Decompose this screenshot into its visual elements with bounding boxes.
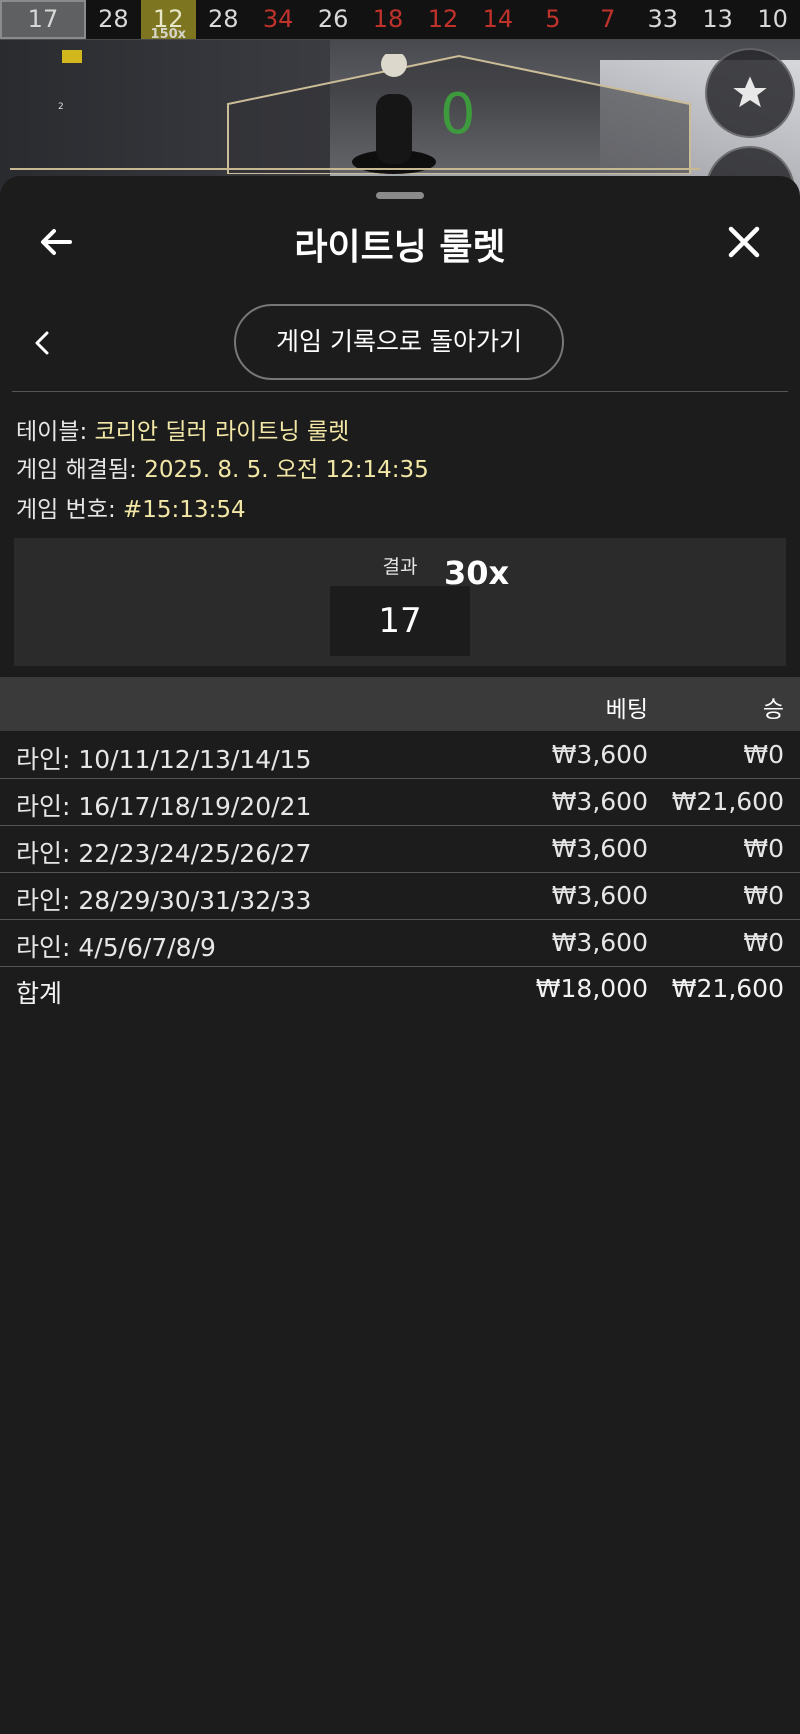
drag-handle[interactable] (376, 192, 424, 199)
info-number-label: 게임 번호: (16, 497, 116, 523)
header-win: 승 (762, 697, 784, 723)
history-number: 34 (262, 5, 294, 33)
back-to-history-button[interactable]: 게임 기록으로 돌아가기 (234, 304, 564, 380)
info-resolved-value: 2025. 8. 5. 오전 12:14:35 (144, 457, 429, 483)
zero-number: 0 (440, 82, 476, 147)
close-icon (728, 226, 760, 258)
history-multiplier: 150x (150, 27, 187, 42)
info-number-value: #15:13:54 (123, 497, 246, 523)
table-row: 라인: 4/5/6/7/8/9 ₩3,600 ₩0 (0, 920, 800, 967)
row-label: 라인: 16/17/18/19/20/21 (16, 792, 312, 821)
row-bet: ₩3,600 (551, 834, 648, 863)
chevron-left-icon (35, 331, 49, 355)
row-label: 라인: 28/29/30/31/32/33 (16, 886, 312, 915)
history-number: 7 (600, 5, 616, 33)
info-game-number: 게임 번호: #15:13:54 (16, 490, 246, 524)
close-button[interactable] (724, 222, 764, 262)
result-multiplier: 30x (444, 554, 510, 592)
history-number: 28 (98, 5, 129, 33)
star-icon (733, 76, 767, 108)
prev-button[interactable] (32, 328, 52, 358)
flag-label: 2 (58, 102, 64, 112)
history-number: 14 (482, 5, 514, 33)
history-number: 26 (317, 5, 349, 33)
row-bet: ₩3,600 (551, 787, 648, 816)
row-bet: ₩3,600 (551, 881, 648, 910)
row-win: ₩0 (743, 834, 784, 863)
favorite-button[interactable] (705, 48, 795, 138)
table-row: 라인: 10/11/12/13/14/15 ₩3,600 ₩0 (0, 732, 800, 779)
row-label: 라인: 22/23/24/25/26/27 (16, 839, 312, 868)
table-row: 라인: 16/17/18/19/20/21 ₩3,600 ₩21,600 (0, 779, 800, 826)
history-number: 33 (647, 5, 678, 33)
total-win: ₩21,600 (671, 974, 784, 1003)
history-number: 12 (427, 5, 459, 33)
table-row: 라인: 22/23/24/25/26/27 ₩3,600 ₩0 (0, 826, 800, 873)
divider (12, 391, 788, 392)
history-number: 5 (545, 5, 561, 33)
row-bet: ₩3,600 (551, 928, 648, 957)
game-background: 17 28 12 150x 28 34 26 18 12 14 5 7 33 13… (0, 0, 800, 200)
total-bet: ₩18,000 (535, 974, 648, 1003)
info-table-label: 테이블: (16, 419, 88, 445)
history-number: 10 (757, 5, 788, 33)
row-bet: ₩3,600 (551, 740, 648, 769)
history-number: 18 (372, 5, 404, 33)
row-win: ₩0 (743, 928, 784, 957)
row-win: ₩0 (743, 881, 784, 910)
history-number: 12 150x (140, 0, 196, 42)
history-number: 13 (702, 5, 733, 33)
row-label: 라인: 4/5/6/7/8/9 (16, 933, 216, 962)
flag-icon (62, 50, 82, 63)
table-row: 라인: 28/29/30/31/32/33 ₩3,600 ₩0 (0, 873, 800, 920)
result-label: 결과 (382, 556, 418, 578)
row-win: ₩21,600 (671, 787, 784, 816)
total-row: 합계 ₩18,000 ₩21,600 (0, 966, 800, 1012)
info-resolved-label: 게임 해결됨: (16, 457, 137, 483)
header-bet: 베팅 (605, 697, 648, 723)
info-table-value: 코리안 딜러 라이트닝 룰렛 (94, 419, 350, 445)
row-label: 라인: 10/11/12/13/14/15 (16, 745, 312, 774)
game-detail-sheet: 라이트닝 룰렛 게임 기록으로 돌아가기 테이블: 코리안 딜러 라이트닝 룰렛… (0, 176, 800, 1734)
history-number: 28 (207, 5, 239, 33)
row-win: ₩0 (743, 740, 784, 769)
result-panel: 결과 17 30x (14, 538, 786, 666)
total-label: 합계 (16, 979, 63, 1008)
info-resolved: 게임 해결됨: 2025. 8. 5. 오전 12:14:35 (16, 450, 429, 484)
sheet-title: 라이트닝 룰렛 (294, 227, 506, 268)
result-value: 17 (330, 586, 470, 656)
bets-table-header: 베팅 승 (0, 677, 800, 731)
history-bar: 17 28 12 150x 28 34 26 18 12 14 5 7 33 13… (0, 0, 800, 42)
history-current-number: 17 (0, 0, 86, 39)
info-table: 테이블: 코리안 딜러 라이트닝 룰렛 (16, 412, 349, 446)
